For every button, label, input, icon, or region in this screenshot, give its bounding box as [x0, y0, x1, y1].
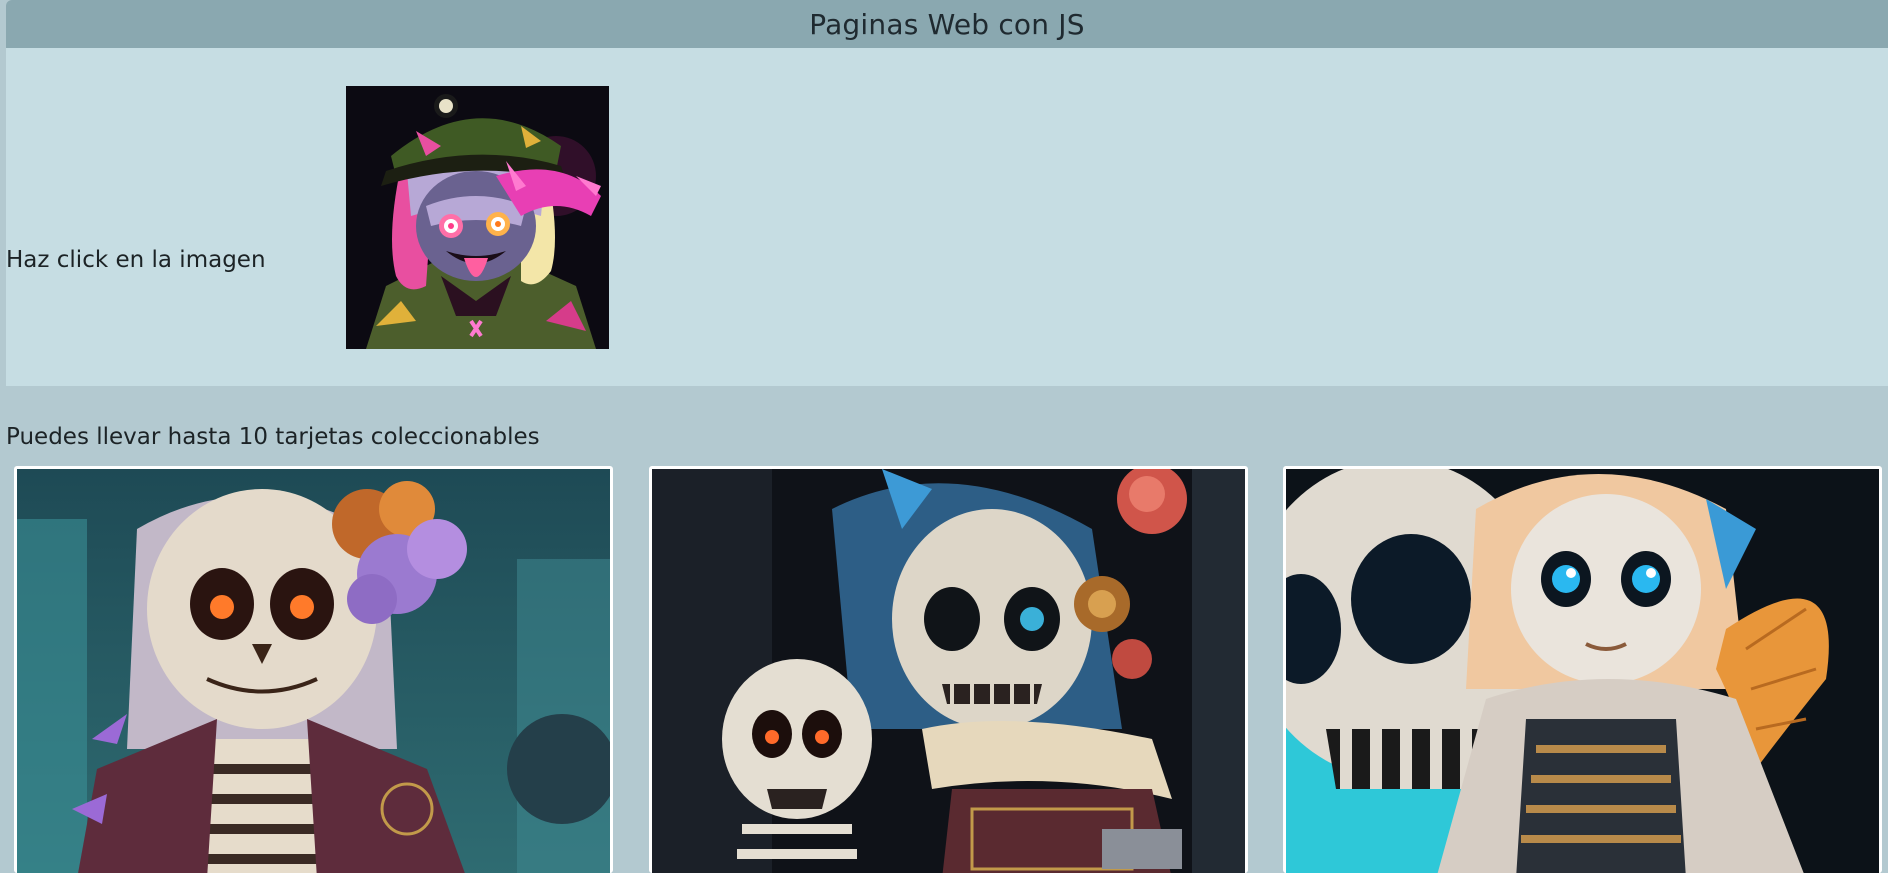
hero-section: Haz click en la imagen — [6, 48, 1888, 386]
page-header: Paginas Web con JS — [6, 0, 1888, 48]
anime-portrait-image[interactable] — [346, 86, 609, 349]
page: Paginas Web con JS Haz click en la image… — [0, 0, 1888, 873]
page-title: Paginas Web con JS — [809, 7, 1085, 41]
skeleton-couple-roses-image — [652, 469, 1245, 873]
collectible-card-3[interactable] — [1283, 466, 1882, 873]
collectible-card-2[interactable] — [649, 466, 1248, 873]
chibi-skeleton-with-giant-skull-image — [1286, 469, 1879, 873]
hero-instruction-label: Haz click en la imagen — [6, 247, 266, 273]
collectible-card-1[interactable] — [14, 466, 613, 873]
skeleton-girl-purple-flowers-image — [17, 469, 610, 873]
collection-label: Puedes llevar hasta 10 tarjetas coleccio… — [6, 424, 540, 450]
